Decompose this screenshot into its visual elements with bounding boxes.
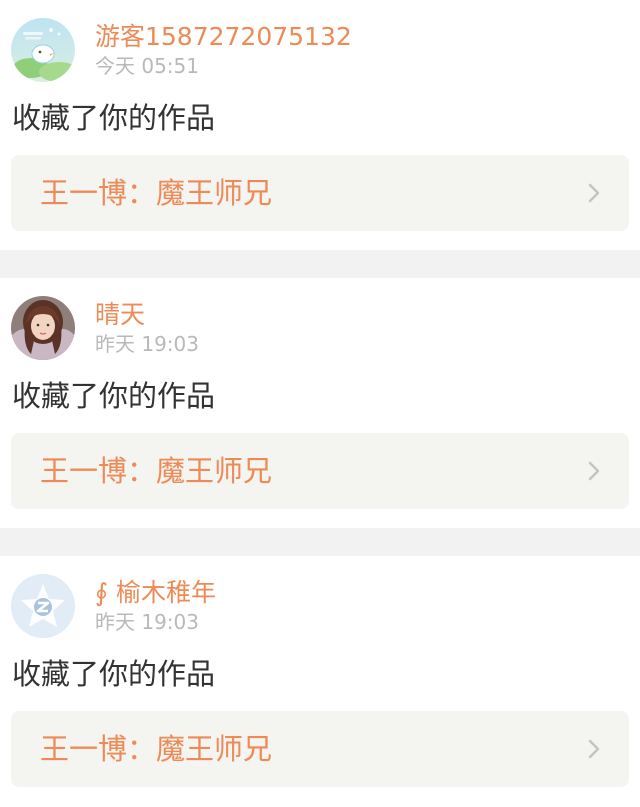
chevron-right-icon — [588, 461, 600, 481]
work-title: 王一博：魔王师兄 — [40, 176, 273, 210]
avatar[interactable] — [11, 296, 75, 360]
username[interactable]: 晴天 — [95, 300, 145, 330]
action-text: 收藏了你的作品 — [12, 657, 216, 691]
work-title: 王一博：魔王师兄 — [40, 732, 273, 766]
username[interactable]: ∮ 榆木稚年 — [95, 578, 216, 608]
timestamp: 昨天 19:03 — [95, 332, 199, 356]
action-text: 收藏了你的作品 — [12, 379, 216, 413]
separator — [0, 250, 640, 278]
notification-item: 游客1587272075132 今天 05:51 收藏了你的作品 王一博：魔王师… — [0, 0, 640, 250]
photo-portrait-avatar-icon — [11, 296, 75, 360]
default-z-avatar-icon — [11, 574, 75, 638]
work-link[interactable]: 王一博：魔王师兄 — [11, 711, 629, 787]
work-link[interactable]: 王一博：魔王师兄 — [11, 155, 629, 231]
timestamp: 今天 05:51 — [95, 54, 199, 78]
action-text: 收藏了你的作品 — [12, 101, 216, 135]
avatar[interactable] — [11, 18, 75, 82]
notification-item: 晴天 昨天 19:03 收藏了你的作品 王一博：魔王师兄 — [0, 278, 640, 528]
chevron-right-icon — [588, 183, 600, 203]
timestamp: 昨天 19:03 — [95, 610, 199, 634]
separator — [0, 528, 640, 556]
work-link[interactable]: 王一博：魔王师兄 — [11, 433, 629, 509]
avatar[interactable] — [11, 574, 75, 638]
notification-list: 游客1587272075132 今天 05:51 收藏了你的作品 王一博：魔王师… — [0, 0, 640, 806]
cartoon-bird-avatar-icon — [11, 18, 75, 82]
notification-item: ∮ 榆木稚年 昨天 19:03 收藏了你的作品 王一博：魔王师兄 — [0, 556, 640, 806]
username[interactable]: 游客1587272075132 — [95, 22, 352, 52]
work-title: 王一博：魔王师兄 — [40, 454, 273, 488]
chevron-right-icon — [588, 739, 600, 759]
